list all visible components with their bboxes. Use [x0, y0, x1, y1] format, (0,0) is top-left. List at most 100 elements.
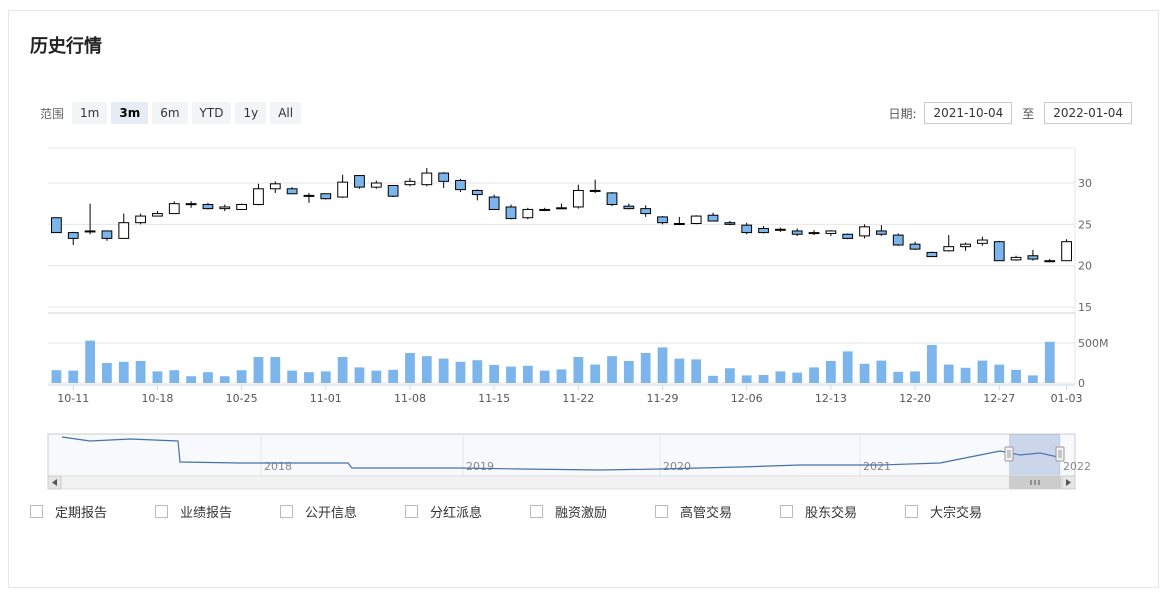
x-tick-label: 12-27 [983, 392, 1015, 405]
volume-bar [68, 370, 79, 383]
volume-bar [388, 369, 399, 383]
navigator-year-label: 2019 [466, 460, 494, 473]
x-tick-label: 10-25 [226, 392, 258, 405]
candle-body [909, 243, 921, 250]
volume-bar [186, 376, 196, 383]
volume-bar [455, 361, 466, 383]
volume-bar [102, 363, 112, 383]
candle-body [488, 196, 500, 210]
price-tick-label: 20 [1078, 260, 1092, 273]
x-tick-label: 11-08 [394, 392, 426, 405]
navigator-handle [1004, 446, 1014, 462]
volume-bar [792, 372, 803, 383]
candle-body [354, 175, 365, 188]
volume-bar [506, 366, 516, 383]
candle-body [791, 230, 803, 235]
candle-body [977, 239, 988, 244]
volume-bar [51, 370, 62, 383]
checkbox[interactable] [280, 505, 293, 518]
volume-bar [489, 365, 500, 383]
candle-body [623, 205, 635, 210]
filter-shareholder-trading[interactable]: 股东交易 [780, 502, 905, 521]
x-tick-label: 11-15 [478, 392, 510, 405]
volume-bar [169, 370, 180, 383]
checkbox[interactable] [30, 505, 43, 518]
volume-bar [320, 371, 331, 383]
volume-bar [1028, 375, 1038, 383]
candle-body [1044, 260, 1056, 263]
candle-body [67, 232, 79, 239]
checkbox[interactable] [905, 505, 918, 518]
candle-body [572, 189, 584, 208]
candle-body [471, 189, 483, 196]
candle-body [842, 233, 854, 239]
candle-body [455, 180, 466, 191]
volume-bar [253, 357, 264, 383]
candle-body [404, 180, 416, 186]
volume-bar [573, 357, 584, 383]
filter-financing[interactable]: 融资激励 [530, 502, 655, 521]
filter-public-info[interactable]: 公开信息 [280, 502, 405, 521]
candle-body [724, 222, 736, 225]
checkbox[interactable] [405, 505, 418, 518]
volume-bar [219, 376, 230, 383]
volume-tick-label: 0 [1078, 377, 1085, 390]
price-tick-label: 15 [1078, 301, 1092, 314]
filter-executive-trading[interactable]: 高管交易 [655, 502, 780, 521]
navigator-year-label: 2022 [1063, 460, 1091, 473]
candle-body [320, 193, 332, 200]
volume-bar [590, 364, 601, 383]
candle-body [253, 188, 264, 205]
checkbox[interactable] [780, 505, 793, 518]
candle-body [219, 206, 231, 210]
candle-body [1010, 256, 1022, 261]
volume-bar [135, 361, 146, 383]
volume-bar [775, 371, 786, 383]
volume-bar [825, 361, 836, 383]
candle-body [337, 181, 349, 198]
volume-bar [977, 360, 988, 383]
candle-body [84, 230, 96, 233]
volume-bar [674, 358, 685, 383]
x-tick-label: 01-03 [1051, 392, 1083, 405]
candle-body [303, 194, 315, 197]
volume-bar [337, 357, 348, 383]
volume-bar [304, 372, 314, 383]
candle-body [51, 217, 62, 234]
filter-periodic-report[interactable]: 定期报告 [30, 502, 155, 521]
navigator-handle [1055, 446, 1065, 462]
volume-bar [152, 371, 163, 383]
filter-dividend[interactable]: 分红派息 [405, 502, 530, 521]
candle-body [892, 234, 904, 246]
volume-bar [85, 340, 95, 383]
candle-body [825, 230, 837, 234]
candle-body [522, 208, 534, 219]
candle-body [758, 227, 769, 234]
volume-bar [960, 367, 971, 383]
volume-bar [371, 370, 382, 383]
volume-bar [607, 356, 617, 383]
volume-bar [270, 357, 281, 383]
filter-block-trading[interactable]: 大宗交易 [905, 502, 1030, 521]
volume-bar [724, 368, 735, 383]
navigator-year-label: 2020 [663, 460, 691, 473]
candle-body [202, 203, 214, 210]
candle-body [943, 246, 955, 252]
price-tick-label: 25 [1078, 218, 1092, 231]
volume-bar [1011, 369, 1021, 383]
volume-bar [203, 372, 213, 383]
volume-bar [287, 370, 298, 383]
candle-body [168, 203, 180, 215]
volume-bar [1044, 341, 1055, 383]
volume-bar [657, 347, 668, 383]
filter-earnings-report[interactable]: 业绩报告 [155, 502, 280, 521]
candle-body [859, 226, 870, 237]
volume-bar [236, 370, 247, 383]
checkbox[interactable] [155, 505, 168, 518]
volume-bar [421, 356, 432, 383]
volume-bar [640, 353, 651, 383]
checkbox[interactable] [655, 505, 668, 518]
candle-body [589, 189, 601, 192]
checkbox[interactable] [530, 505, 543, 518]
candle-body [135, 215, 146, 224]
